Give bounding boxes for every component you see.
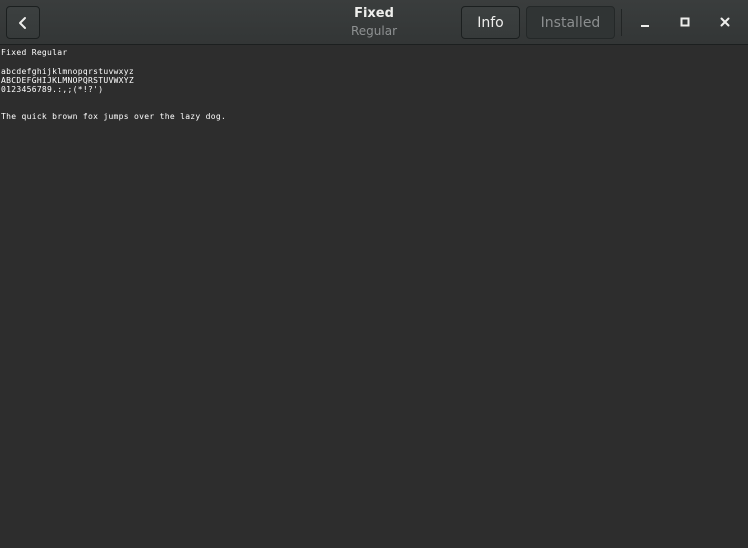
headerbar-separator xyxy=(621,9,622,36)
uppercase-sample: ABCDEFGHIJKLMNOPQRSTUVWXYZ xyxy=(1,76,135,85)
back-button[interactable] xyxy=(6,6,40,39)
digits-sample: 0123456789.:,;(*!?') xyxy=(1,85,104,94)
chevron-left-icon xyxy=(17,16,29,30)
minimize-icon xyxy=(639,16,651,28)
maximize-icon xyxy=(679,16,691,28)
window-subtitle: Regular xyxy=(350,24,398,38)
font-name-label: Fixed Regular xyxy=(1,48,68,57)
info-button[interactable]: Info xyxy=(461,6,520,39)
minimize-button[interactable] xyxy=(633,10,657,34)
close-button[interactable] xyxy=(713,10,737,34)
maximize-button[interactable] xyxy=(673,10,697,34)
font-preview-area: Fixed Regular abcdefghijklmnopqrstuvwxyz… xyxy=(0,46,748,548)
close-icon xyxy=(719,16,731,28)
window-title: Fixed xyxy=(354,6,394,21)
headerbar: Fixed Regular Info Installed xyxy=(0,0,748,45)
title-block: Fixed Regular xyxy=(300,5,448,40)
lowercase-sample: abcdefghijklmnopqrstuvwxyz xyxy=(1,67,135,76)
font-viewer-window: Fixed Regular Info Installed Fixed Regul… xyxy=(0,0,748,548)
pangram-sample: The quick brown fox jumps over the lazy … xyxy=(1,112,227,121)
installed-button[interactable]: Installed xyxy=(526,6,615,39)
